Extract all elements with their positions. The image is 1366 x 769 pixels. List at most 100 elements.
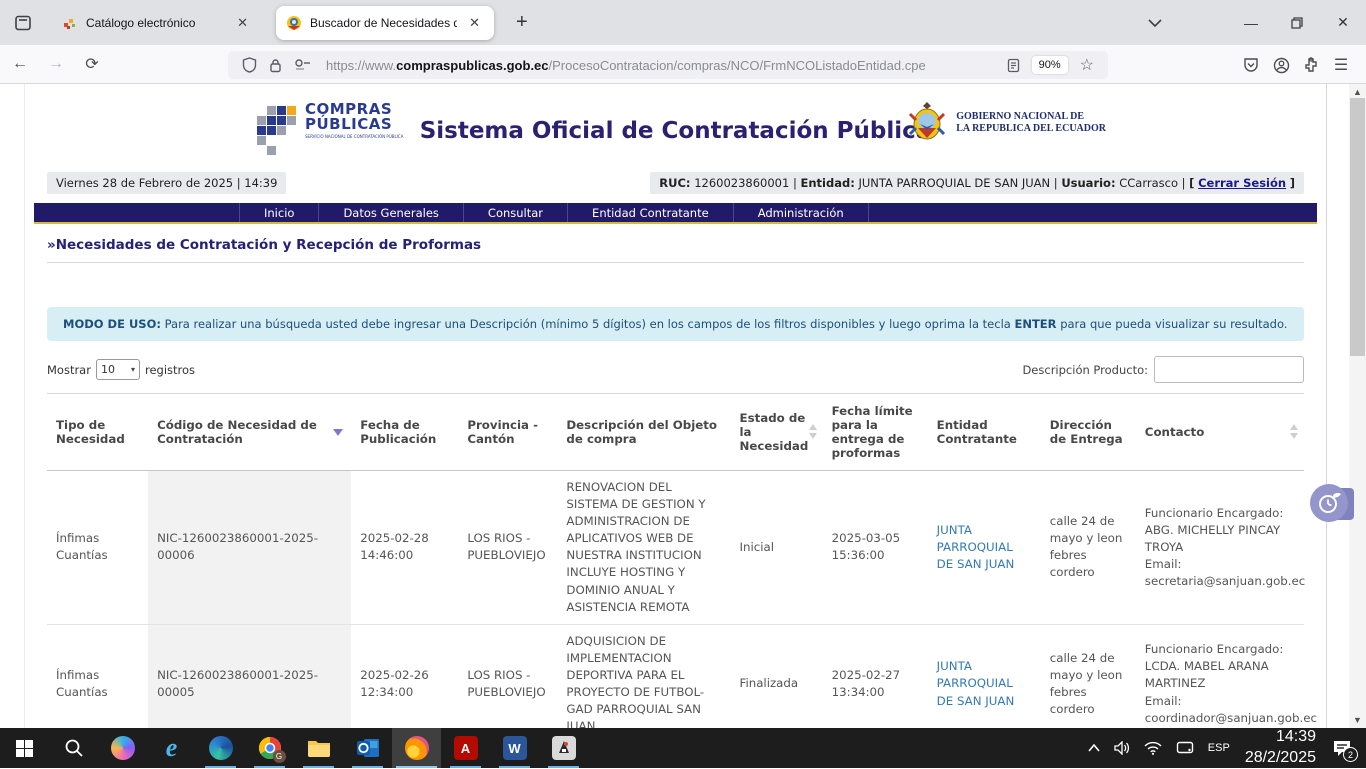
col-fecha-publicacion[interactable]: Fecha de Publicación [351,394,458,471]
gov-text-line2: LA REPUBLICA DEL ECUADOR [956,123,1106,136]
show-entries-select[interactable]: 10 ▾ [96,359,140,380]
col-codigo[interactable]: Código de Necesidad de Contratación [148,394,351,471]
outlook-icon [356,737,380,759]
tray-chevron-up-icon[interactable] [1081,728,1107,768]
extensions-icon[interactable] [1296,51,1326,79]
taskbar-search-button[interactable] [49,728,98,768]
close-tab-icon[interactable]: ✕ [465,13,484,33]
reload-icon[interactable]: ⟳ [76,49,108,79]
tray-clock[interactable]: 14:39 28/2/2025 [1237,727,1324,769]
cell-fecha-limite: 2025-02-27 13:34:00 [823,624,928,728]
permissions-icon[interactable] [294,59,312,71]
tab-title: Catálogo electrónico [86,16,225,30]
display-cast-icon[interactable] [1169,728,1201,768]
ecuador-coat-of-arms-icon [906,100,948,146]
restore-button[interactable] [1274,0,1320,45]
scroll-down-icon[interactable]: ▼ [1349,712,1366,728]
firefox-button[interactable] [392,728,441,768]
wifi-icon[interactable] [1137,728,1169,768]
cell-fecha-publicacion: 2025-02-26 12:34:00 [351,624,458,728]
section-title: »Necesidades de Contratación y Recepción… [47,237,1304,263]
acrobat-button[interactable]: A [441,728,490,768]
list-tabs-chevron-icon[interactable] [1132,0,1178,45]
internet-explorer-icon: e [166,733,178,763]
zoom-indicator[interactable]: 90% [1032,56,1068,74]
user-value: CCarrasco [1119,176,1178,190]
firefox-icon [405,736,429,760]
records-label: registros [145,363,195,377]
reader-view-icon[interactable] [1007,58,1020,73]
notification-center-button[interactable]: 2 [1324,728,1366,768]
col-direccion[interactable]: Dirección de Entrega [1041,394,1136,471]
col-fecha-limite[interactable]: Fecha límite para la entrega de proforma… [823,394,928,471]
nav-item-datos-generales[interactable]: Datos Generales [318,203,462,222]
col-entidad[interactable]: Entidad Contratante [928,394,1041,471]
entity-link[interactable]: JUNTA PARROQUIAL DE SAN JUAN [937,523,1015,571]
cell-direccion: calle 24 de mayo y leon febres cordero [1041,471,1136,625]
col-descripcion[interactable]: Descripción del Objeto de compra [557,394,730,471]
word-button[interactable]: W [490,728,539,768]
copilot-icon [111,736,135,760]
table-row: Ínfimas Cuantías NIC-1260023860001-2025-… [47,471,1304,625]
nav-item-entidad-contratante[interactable]: Entidad Contratante [567,203,733,222]
entity-value: JUNTA PARROQUIAL DE SAN JUAN [858,176,1050,190]
chrome-button[interactable]: G [245,728,294,768]
menu-icon[interactable]: ☰ [1326,51,1356,79]
chrome-profile-badge: G [273,750,286,763]
volume-icon[interactable] [1107,728,1137,768]
col-tipo-necesidad[interactable]: Tipo de Necesidad [47,394,148,471]
cell-estado: Inicial [731,471,823,625]
nav-item-administracion[interactable]: Administración [733,203,869,222]
logout-link[interactable]: Cerrar Sesión [1198,176,1286,190]
edge-button[interactable] [196,728,245,768]
sort-descending-icon [333,429,343,436]
scrollbar-thumb[interactable] [1350,98,1365,356]
copilot-button[interactable] [98,728,147,768]
cell-descripcion: RENOVACION DEL SISTEMA DE GESTION Y ADMI… [557,471,730,625]
file-explorer-button[interactable] [294,728,343,768]
close-tab-icon[interactable]: ✕ [233,13,252,33]
col-contacto[interactable]: Contacto [1136,394,1304,471]
tab-overview-icon[interactable] [8,8,38,38]
language-indicator[interactable]: ESP [1201,728,1237,768]
col-estado[interactable]: Estado de la Necesidad [731,394,823,471]
pocket-icon[interactable] [1236,51,1266,79]
tracking-shield-icon[interactable] [242,57,257,73]
forward-icon[interactable]: → [40,49,72,79]
start-button[interactable] [0,728,49,768]
page-scrollbar[interactable]: ▲ ▼ [1349,84,1366,728]
new-tab-icon[interactable]: + [508,11,536,34]
close-window-button[interactable]: ✕ [1320,0,1366,45]
lock-icon[interactable] [269,58,282,73]
edge-icon [209,736,233,760]
description-filter-input[interactable] [1154,356,1304,383]
internet-explorer-button[interactable]: e [147,728,196,768]
cell-provincia: LOS RIOS - PUEBLOVIEJO [458,624,557,728]
show-entries-label: Mostrar [47,363,91,377]
cell-contacto: Funcionario Encargado: LCDA. MABEL ARANA… [1136,624,1304,728]
minimize-button[interactable]: — [1228,0,1274,45]
url-bar[interactable]: https://www.compraspublicas.gob.ec/Proce… [228,51,1108,79]
gov-text-line1: GOBIERNO NACIONAL DE [956,111,1106,124]
back-icon[interactable]: ← [4,49,36,79]
nav-item-inicio[interactable]: Inicio [239,203,318,222]
java-app-icon [552,736,576,760]
tab-catalogo[interactable]: Catálogo electrónico ✕ [52,6,262,40]
url-text[interactable]: https://www.compraspublicas.gob.ec/Proce… [326,58,1001,73]
cell-descripcion: ADQUISICION DE IMPLEMENTACION DEPORTIVA … [557,624,730,728]
col-provincia[interactable]: Provincia - Cantón [458,394,557,471]
entity-link[interactable]: JUNTA PARROQUIAL DE SAN JUAN [937,659,1015,707]
nav-item-consultar[interactable]: Consultar [463,203,567,222]
acrobat-icon: A [454,736,478,760]
site-header: COMPRAS PÚBLICAS SERVICIO NACIONAL DE CO… [47,84,1304,172]
timer-widget-badge[interactable] [1310,484,1350,524]
bookmark-star-icon[interactable]: ☆ [1080,55,1094,75]
outlook-button[interactable] [343,728,392,768]
tab-buscador[interactable]: Buscador de Necesidades de Co ✕ [276,6,494,40]
usage-note: MODO DE USO: Para realizar una búsqueda … [47,307,1304,341]
tray-time: 14:39 [1245,727,1316,748]
filter-label: Descripción Producto: [1022,363,1148,377]
java-app-button[interactable] [539,728,588,768]
account-icon[interactable] [1266,51,1296,79]
system-tray: ESP 14:39 28/2/2025 2 [1081,728,1366,768]
